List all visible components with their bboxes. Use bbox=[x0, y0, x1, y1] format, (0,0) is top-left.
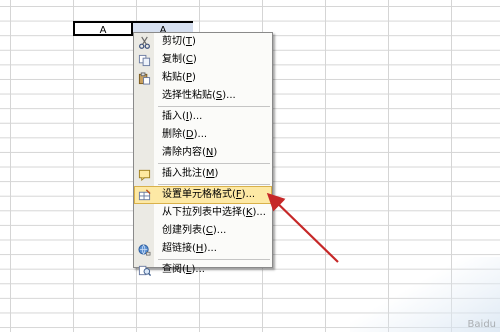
copy-icon bbox=[137, 53, 151, 67]
menu-item-accel: C bbox=[185, 54, 193, 65]
menu-item-suffix: ... bbox=[197, 129, 208, 140]
menu-item-label: 删除 bbox=[162, 129, 182, 140]
menu-item-label: 创建列表 bbox=[162, 225, 202, 236]
menu-item-label: 选择性粘贴 bbox=[162, 90, 212, 101]
lookup-icon bbox=[137, 263, 151, 277]
menu-item-label: 插入 bbox=[162, 111, 182, 122]
menu-item-accel: P bbox=[185, 72, 192, 83]
menu-item-cut[interactable]: 剪切(T) bbox=[134, 33, 272, 51]
scissors-icon bbox=[137, 35, 151, 49]
menu-item-clear-contents[interactable]: 清除内容(N) bbox=[134, 144, 272, 162]
menu-item-insert[interactable]: 插入(I)... bbox=[134, 108, 272, 126]
menu-item-suffix: ... bbox=[195, 264, 205, 275]
menu-separator bbox=[158, 259, 270, 260]
menu-item-accel: F bbox=[235, 189, 242, 200]
paste-icon bbox=[137, 71, 151, 85]
menu-item-label: 插入批注 bbox=[162, 168, 202, 179]
menu-item-suffix: ... bbox=[226, 90, 236, 101]
menu-item-suffix: ... bbox=[192, 111, 203, 122]
menu-item-suffix: ... bbox=[216, 225, 227, 236]
menu-item-accel: M bbox=[205, 168, 215, 179]
context-menu: 剪切(T) 复制(C) 粘贴(P) 选择性粘贴(S)... 插入(I)... 删… bbox=[133, 32, 273, 276]
comment-icon bbox=[137, 167, 151, 181]
menu-item-create-list[interactable]: 创建列表(C)... bbox=[134, 222, 272, 240]
menu-item-accel: I bbox=[185, 111, 189, 122]
menu-item-hyperlink[interactable]: 超链接(H)... bbox=[134, 240, 272, 258]
menu-item-label: 复制 bbox=[162, 54, 182, 65]
menu-item-format-cells[interactable]: 设置单元格格式(F)... bbox=[134, 186, 272, 204]
menu-item-label: 设置单元格格式 bbox=[162, 189, 232, 200]
menu-item-suffix: ... bbox=[256, 207, 266, 218]
menu-item-suffix: ... bbox=[245, 189, 256, 200]
menu-item-accel: L bbox=[185, 264, 192, 275]
menu-item-label: 清除内容 bbox=[162, 147, 202, 158]
menu-item-accel: K bbox=[245, 207, 253, 218]
menu-separator bbox=[158, 106, 270, 107]
menu-item-paste-special[interactable]: 选择性粘贴(S)... bbox=[134, 87, 272, 105]
menu-item-label: 查阅 bbox=[162, 264, 182, 275]
hyperlink-icon bbox=[137, 242, 151, 256]
menu-item-accel: D bbox=[185, 129, 194, 140]
menu-item-label: 从下拉列表中选择 bbox=[162, 207, 242, 218]
menu-item-accel: T bbox=[185, 36, 193, 47]
menu-item-pick-from-list[interactable]: 从下拉列表中选择(K)... bbox=[134, 204, 272, 222]
menu-item-accel: N bbox=[205, 147, 214, 158]
menu-item-label: 剪切 bbox=[162, 36, 182, 47]
menu-item-label: 粘贴 bbox=[162, 72, 182, 83]
menu-item-copy[interactable]: 复制(C) bbox=[134, 51, 272, 69]
menu-item-accel: C bbox=[205, 225, 213, 236]
menu-item-accel: H bbox=[195, 243, 204, 254]
menu-item-insert-comment[interactable]: 插入批注(M) bbox=[134, 165, 272, 183]
format-cells-icon bbox=[137, 188, 151, 202]
menu-item-paste[interactable]: 粘贴(P) bbox=[134, 69, 272, 87]
menu-item-lookup[interactable]: 查阅(L)... bbox=[134, 261, 272, 279]
watermark-logo: Baidu bbox=[467, 319, 496, 330]
menu-item-label: 超链接 bbox=[162, 243, 192, 254]
selected-cell-a[interactable]: A bbox=[73, 21, 133, 36]
menu-item-accel: S bbox=[215, 90, 223, 101]
menu-separator bbox=[158, 163, 270, 164]
menu-separator bbox=[158, 184, 270, 185]
menu-item-suffix: ... bbox=[207, 243, 217, 254]
menu-item-delete[interactable]: 删除(D)... bbox=[134, 126, 272, 144]
